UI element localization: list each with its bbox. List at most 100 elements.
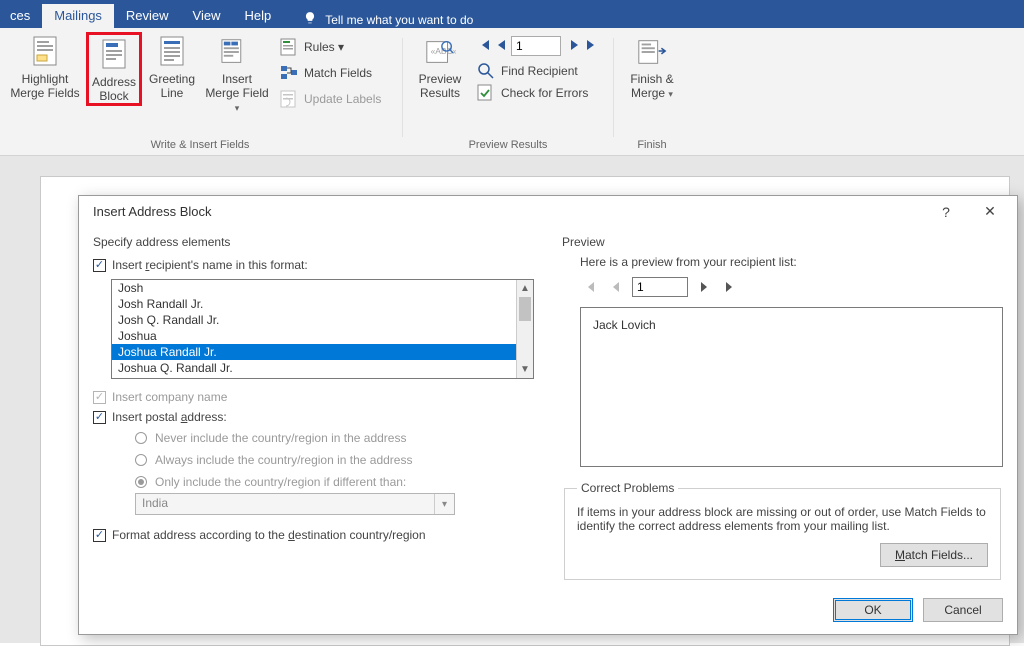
tell-me-search[interactable]: Tell me what you want to do xyxy=(283,11,473,28)
group-label-write-insert: Write & Insert Fields xyxy=(6,136,394,154)
preview-text: Jack Lovich xyxy=(593,318,656,332)
find-recipient-button[interactable]: Find Recipient xyxy=(471,60,605,82)
tab-mailings[interactable]: Mailings xyxy=(42,4,114,28)
insert-recipient-name-label: Insert recipient's name in this format: xyxy=(112,258,308,272)
insert-recipient-name-checkbox[interactable]: ✓ Insert recipient's name in this format… xyxy=(93,255,534,275)
name-format-option[interactable]: Josh xyxy=(112,280,516,296)
update-labels-icon xyxy=(280,90,298,108)
greeting-line-label: Greeting Line xyxy=(146,72,198,100)
insert-merge-field-button[interactable]: Insert Merge Field ▾ xyxy=(202,32,272,115)
record-number-input[interactable] xyxy=(511,36,561,56)
rules-button[interactable]: Rules ▾ xyxy=(274,36,394,58)
correct-problems-text: If items in your address block are missi… xyxy=(577,505,988,533)
address-block-button[interactable]: Address Block xyxy=(86,32,142,106)
insert-merge-field-label: Insert Merge Field ▾ xyxy=(204,72,270,115)
cancel-button[interactable]: Cancel xyxy=(923,598,1003,622)
listbox-scrollbar[interactable]: ▲ ▼ xyxy=(516,280,533,378)
name-format-listbox[interactable]: JoshJosh Randall Jr.Josh Q. Randall Jr.J… xyxy=(111,279,534,379)
name-format-option[interactable]: Josh Q. Randall Jr. xyxy=(112,312,516,328)
specify-address-elements-panel: Specify address elements ✓ Insert recipi… xyxy=(93,231,534,580)
lightbulb-icon xyxy=(303,11,317,28)
prev-record-button[interactable] xyxy=(495,38,507,55)
preview-results-button[interactable]: «ABC» Preview Results xyxy=(411,32,469,100)
rules-icon xyxy=(280,38,298,56)
next-record-button[interactable] xyxy=(569,38,581,55)
format-destination-checkbox[interactable]: ✓ Format address according to the destin… xyxy=(93,525,534,545)
scroll-up-button[interactable]: ▲ xyxy=(517,280,533,297)
ribbon-tab-strip: ces Mailings Review View Help Tell me wh… xyxy=(0,0,1024,28)
find-recipient-label: Find Recipient xyxy=(501,64,578,78)
match-fields-button[interactable]: Match Fields xyxy=(274,62,394,84)
preview-record-navigator xyxy=(580,273,1003,301)
insert-postal-label: Insert postal address: xyxy=(112,410,227,424)
name-format-option[interactable]: Joshua xyxy=(112,328,516,344)
format-destination-label: Format address according to the destinat… xyxy=(112,528,426,542)
highlight-fields-icon xyxy=(29,36,61,68)
ok-button[interactable]: OK xyxy=(833,598,913,622)
address-block-icon xyxy=(98,39,130,71)
name-format-option[interactable]: Josh Randall Jr. xyxy=(112,296,516,312)
scroll-down-button[interactable]: ▼ xyxy=(517,361,533,378)
preview-header: Preview xyxy=(562,231,1003,255)
finish-merge-button[interactable]: Finish & Merge ▾ xyxy=(622,32,682,101)
radio-always-include-country: Always include the country/region in the… xyxy=(135,449,534,471)
radio-only-if-different: Only include the country/region if diffe… xyxy=(135,471,534,493)
match-fields-dialog-button[interactable]: Match Fields... xyxy=(880,543,988,567)
scroll-thumb[interactable] xyxy=(519,297,531,321)
dialog-close-button[interactable]: ✕ xyxy=(971,199,1009,225)
insert-postal-address-checkbox[interactable]: ✓ Insert postal address: xyxy=(93,407,534,427)
last-record-button[interactable] xyxy=(585,38,599,55)
dialog-titlebar[interactable]: Insert Address Block ? ✕ xyxy=(79,196,1017,227)
preview-intro: Here is a preview from your recipient li… xyxy=(580,255,1003,273)
rules-label: Rules ▾ xyxy=(304,40,344,54)
group-label-finish: Finish xyxy=(622,136,682,154)
address-block-label: Address Block xyxy=(91,75,137,103)
update-labels-label: Update Labels xyxy=(304,92,381,106)
highlight-merge-fields-label: Highlight Merge Fields xyxy=(8,72,82,100)
svg-text:«ABC»: «ABC» xyxy=(431,46,456,56)
highlight-merge-fields-button[interactable]: Highlight Merge Fields xyxy=(6,32,84,100)
radio-never-label: Never include the country/region in the … xyxy=(155,431,406,445)
greeting-line-button[interactable]: Greeting Line xyxy=(144,32,200,100)
record-navigator xyxy=(471,32,605,60)
finish-merge-label: Finish & Merge ▾ xyxy=(624,72,680,101)
name-format-option[interactable]: Joshua Q. Randall Jr. xyxy=(112,360,516,376)
ribbon-group-finish: Finish & Merge ▾ Finish xyxy=(616,32,688,155)
preview-results-label: Preview Results xyxy=(413,72,467,100)
preview-panel: Preview Here is a preview from your reci… xyxy=(562,231,1003,580)
update-labels-button: Update Labels xyxy=(274,88,394,110)
tab-review[interactable]: Review xyxy=(114,4,181,28)
correct-problems-header: Correct Problems xyxy=(577,481,678,495)
tab-references-partial[interactable]: ces xyxy=(6,4,42,28)
radio-always-label: Always include the country/region in the… xyxy=(155,453,412,467)
dialog-help-button[interactable]: ? xyxy=(927,199,965,225)
insert-merge-field-icon xyxy=(221,36,253,68)
greeting-line-icon xyxy=(156,36,188,68)
preview-next-button[interactable] xyxy=(694,277,714,297)
tell-me-label: Tell me what you want to do xyxy=(325,13,473,27)
ribbon-group-preview-results: «ABC» Preview Results Find Rec xyxy=(405,32,611,155)
correct-problems-group: Correct Problems If items in your addres… xyxy=(564,481,1001,580)
country-value: India xyxy=(136,494,434,514)
insert-address-block-dialog: Insert Address Block ? ✕ Specify address… xyxy=(78,195,1018,635)
finish-merge-icon xyxy=(636,36,668,68)
ribbon: Highlight Merge Fields Address Block Gre… xyxy=(0,28,1024,156)
preview-prev-button xyxy=(606,277,626,297)
preview-content: Jack Lovich xyxy=(580,307,1003,467)
first-record-button[interactable] xyxy=(477,38,491,55)
name-format-option[interactable]: Joshua Randall Jr. xyxy=(112,344,516,360)
group-label-preview: Preview Results xyxy=(411,136,605,154)
check-errors-label: Check for Errors xyxy=(501,86,588,100)
preview-first-button xyxy=(580,277,600,297)
preview-record-input[interactable] xyxy=(632,277,688,297)
preview-results-icon: «ABC» xyxy=(424,36,456,68)
check-errors-icon xyxy=(477,84,495,102)
tab-help[interactable]: Help xyxy=(233,4,284,28)
specify-header: Specify address elements xyxy=(93,231,534,255)
tab-view[interactable]: View xyxy=(181,4,233,28)
dialog-title: Insert Address Block xyxy=(93,204,212,219)
preview-last-button[interactable] xyxy=(720,277,740,297)
dialog-footer: OK Cancel xyxy=(79,590,1017,634)
country-combo: India ▾ xyxy=(135,493,455,515)
check-errors-button[interactable]: Check for Errors xyxy=(471,82,605,104)
